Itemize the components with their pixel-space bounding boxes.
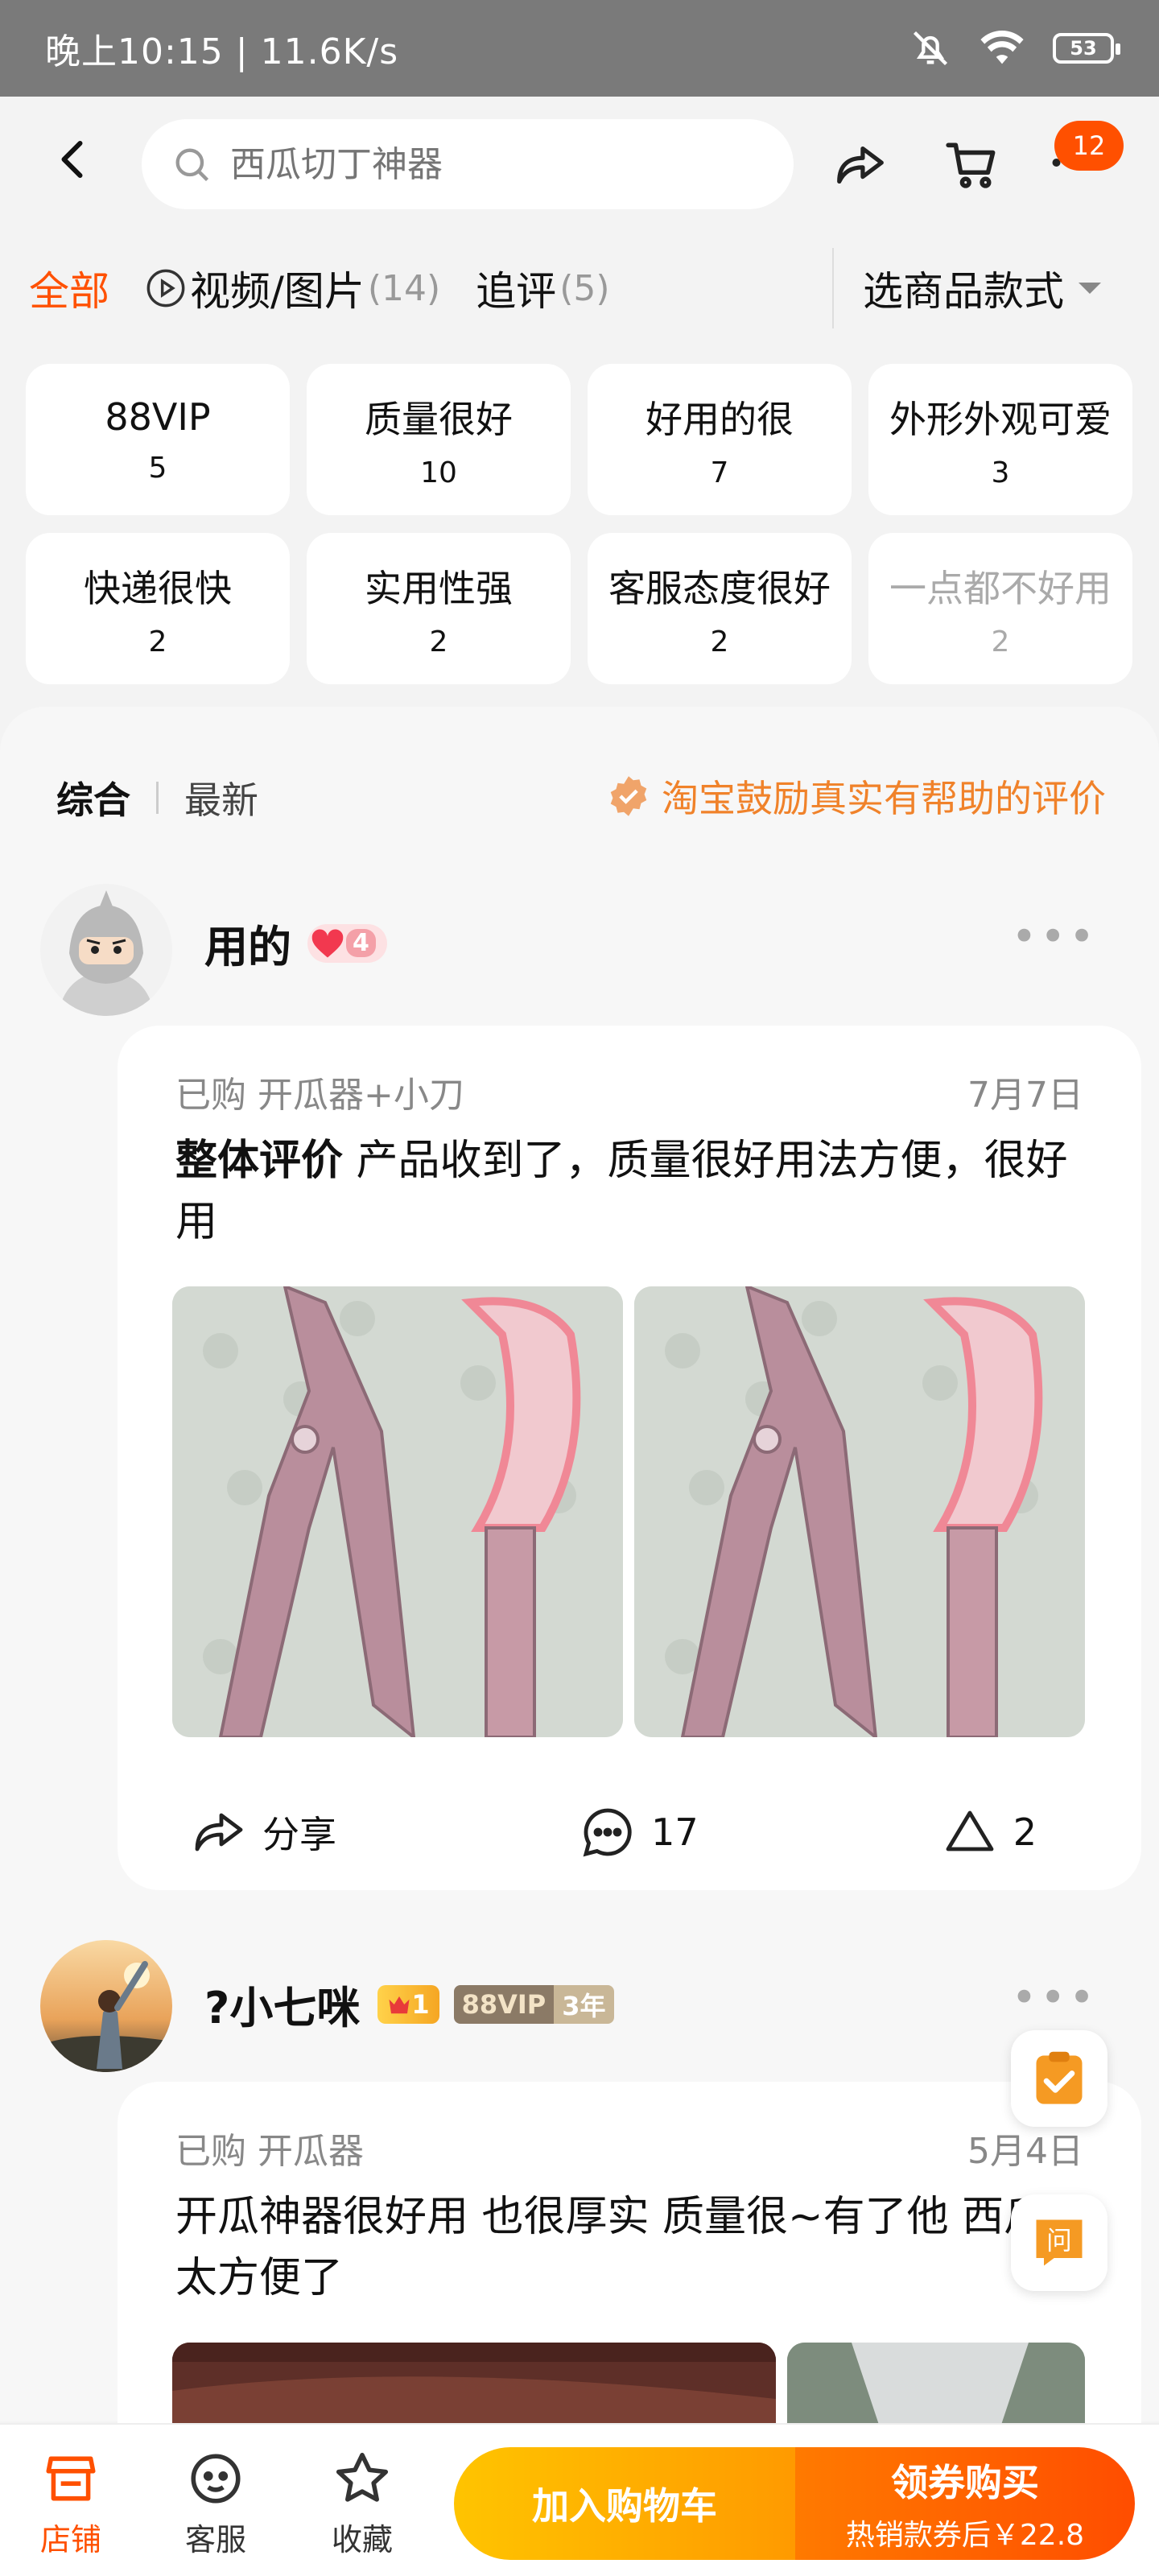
review-text: 开瓜神器很好用 也很厚实 质量很~有了他 西瓜太方便了 xyxy=(175,2193,1046,2302)
tag-chip[interactable]: 好用的很 7 xyxy=(588,364,852,515)
username[interactable]: 用的 4 xyxy=(204,911,387,975)
review-photo[interactable] xyxy=(634,1286,1085,1737)
battery-icon: 53 xyxy=(1053,33,1120,64)
review-card: 已购 开瓜器+小刀 7月7日 整体评价 产品收到了，质量很好用法方便，很好用 分… xyxy=(118,1026,1141,1890)
svg-text:问: 问 xyxy=(1046,2227,1072,2256)
coupon-buy-button[interactable]: 领券购买 热销款券后￥22.8 xyxy=(795,2447,1135,2560)
tab-followup[interactable]: 追评 (5) xyxy=(476,259,609,317)
comment-icon xyxy=(583,1808,632,1857)
melon-cutter-photo xyxy=(172,1286,623,1737)
like-button[interactable]: 2 xyxy=(941,1803,1037,1861)
sort-row: 综合 最新 xyxy=(56,771,258,824)
wifi-icon xyxy=(980,31,1024,64)
avatar[interactable] xyxy=(40,1940,172,2072)
tag-chip[interactable]: 质量很好 10 xyxy=(307,364,571,515)
more-icon[interactable]: ••• xyxy=(1011,1972,1098,2023)
user-level-badge: 4 xyxy=(307,923,387,963)
tag-chip[interactable]: 外形外观可爱 3 xyxy=(868,364,1132,515)
status-bar: 晚上10:15 | 11.6K/s 53 xyxy=(0,0,1159,97)
tag-chip[interactable]: 快递很快 2 xyxy=(26,533,290,684)
more-icon[interactable]: ••• xyxy=(1011,911,1098,962)
share-icon[interactable] xyxy=(832,137,889,193)
favorite-button[interactable]: 收藏 xyxy=(314,2449,410,2559)
caret-down-icon xyxy=(1079,283,1101,294)
photo-row xyxy=(172,1286,1085,1737)
style-select[interactable]: 选商品款式 xyxy=(863,232,1101,345)
checklist-button[interactable] xyxy=(1011,2030,1107,2127)
reviews-panel: 综合 最新 淘宝鼓励真实有帮助的评价 用的 4 ••• 已购 开瓜器+小刀 7月… xyxy=(0,707,1159,2487)
divider xyxy=(832,248,834,328)
share-icon xyxy=(195,1813,243,1852)
store-button[interactable]: 店铺 xyxy=(23,2449,119,2559)
checklist-icon xyxy=(1036,2051,1083,2104)
review-date: 7月7日 xyxy=(967,1075,1083,1116)
cart-icon[interactable] xyxy=(943,135,1003,195)
verified-badge-icon xyxy=(610,776,647,816)
back-icon[interactable] xyxy=(50,135,98,184)
service-button[interactable]: 客服 xyxy=(167,2449,264,2559)
heart-icon xyxy=(311,928,344,957)
comment-button[interactable]: 17 xyxy=(579,1803,699,1861)
review-text: 整体评价 产品收到了，质量很好用法方便，很好用 xyxy=(175,1137,1068,1246)
avatar[interactable] xyxy=(40,884,172,1016)
search-input[interactable] xyxy=(230,143,761,185)
store-icon xyxy=(46,2456,96,2501)
review-date: 5月4日 xyxy=(967,2131,1083,2172)
user-level-badge: 1 xyxy=(377,1984,439,2024)
melon-cutter-photo xyxy=(634,1286,1085,1737)
avatar-image xyxy=(40,1940,172,2072)
mute-icon xyxy=(913,31,948,66)
add-to-cart-button[interactable]: 加入购物车 xyxy=(454,2447,795,2560)
tag-chip[interactable]: 88VIP 5 xyxy=(26,364,290,515)
vip-badge: 88VIP 3年 xyxy=(453,1984,614,2024)
play-icon xyxy=(146,269,185,308)
ask-icon: 问 xyxy=(1036,2219,1083,2266)
filter-tabs: 全部 视频/图片 (14) 追评 (5) 选商品款式 xyxy=(0,232,1159,345)
share-button[interactable]: 分享 xyxy=(190,1803,336,1861)
bottom-bar: 店铺 客服 收藏 加入购物车 领券购买 热销款券后￥22.8 xyxy=(0,2423,1159,2576)
tag-chip[interactable]: 实用性强 2 xyxy=(307,533,571,684)
status-time-speed: 晚上10:15 | 11.6K/s xyxy=(45,31,399,72)
sort-overall[interactable]: 综合 xyxy=(56,771,130,824)
like-icon xyxy=(946,1810,994,1852)
service-icon xyxy=(191,2454,241,2504)
review-actions: 分享 17 2 xyxy=(190,1803,1037,1861)
username[interactable]: ?小七咪 1 88VIP 3年 xyxy=(204,1972,614,2036)
purchase-cta: 加入购物车 领券购买 热销款券后￥22.8 xyxy=(454,2447,1135,2560)
purchased-spec: 已购 开瓜器 xyxy=(175,2131,364,2172)
purchased-spec: 已购 开瓜器+小刀 xyxy=(175,1075,464,1116)
avatar-image xyxy=(40,884,172,1016)
ask-button[interactable]: 问 xyxy=(1011,2194,1107,2291)
divider xyxy=(156,782,159,814)
tag-grid: 88VIP 5 质量很好 10 好用的很 7 外形外观可爱 3 快递很快 2 实用性强 2 … xyxy=(26,364,1133,684)
cart-badge: 12 xyxy=(1054,121,1124,171)
review-photo[interactable] xyxy=(172,1286,623,1737)
tab-video-images[interactable]: 视频/图片 (14) xyxy=(145,259,440,317)
header: 12 xyxy=(0,97,1159,232)
tab-all[interactable]: 全部 xyxy=(29,259,109,317)
search-icon xyxy=(175,148,209,182)
tag-chip-negative[interactable]: 一点都不好用 2 xyxy=(868,533,1132,684)
search-box[interactable] xyxy=(142,119,794,209)
encourage-note[interactable]: 淘宝鼓励真实有帮助的评价 xyxy=(607,770,1106,823)
star-icon xyxy=(336,2452,389,2502)
sort-latest[interactable]: 最新 xyxy=(184,771,258,824)
tag-chip[interactable]: 客服态度很好 2 xyxy=(588,533,852,684)
crown-icon xyxy=(389,1996,410,2013)
